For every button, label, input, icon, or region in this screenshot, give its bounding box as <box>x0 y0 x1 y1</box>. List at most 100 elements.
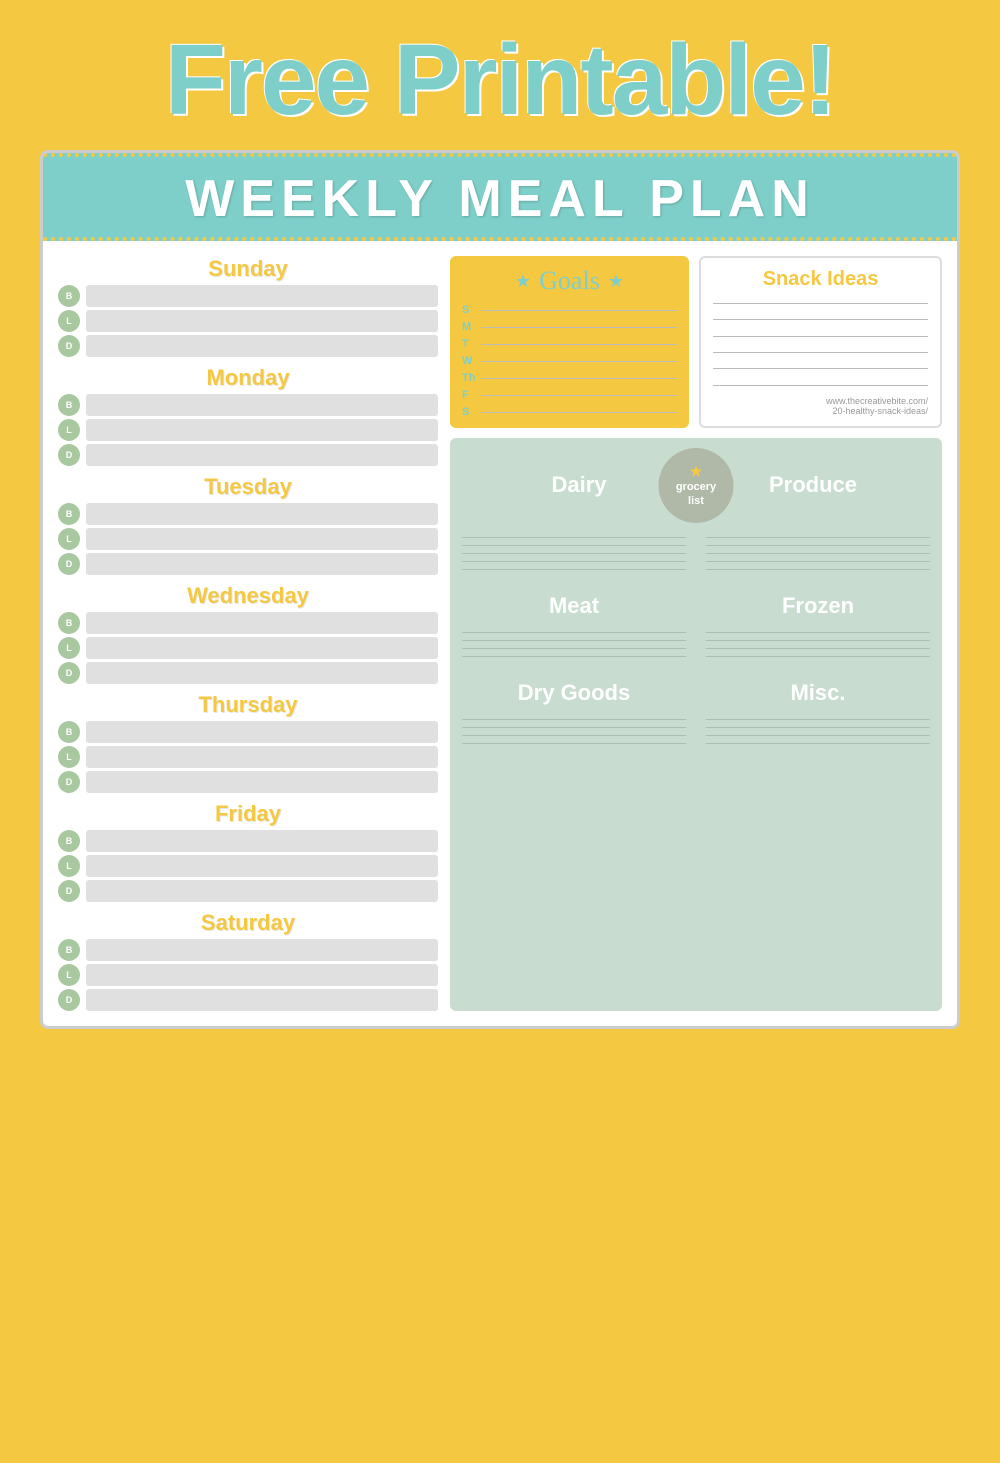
sat-l-line[interactable] <box>86 964 438 986</box>
goals-day-f: F <box>462 389 476 401</box>
day-monday-title: Monday <box>58 365 438 391</box>
day-sunday: Sunday B L D <box>58 256 438 357</box>
goal-line-s2[interactable] <box>481 412 677 413</box>
snack-line-5[interactable] <box>713 368 928 369</box>
day-friday: Friday B L D <box>58 801 438 902</box>
d-line[interactable] <box>86 444 438 466</box>
goal-line-f[interactable] <box>481 395 677 396</box>
produce-line-2[interactable] <box>706 545 930 546</box>
frozen-line-3[interactable] <box>706 648 930 649</box>
sat-b-badge: B <box>58 939 80 961</box>
day-tuesday-title: Tuesday <box>58 474 438 500</box>
produce-line-3[interactable] <box>706 553 930 554</box>
tue-b-row: B <box>58 503 438 525</box>
snack-line-4[interactable] <box>713 352 928 353</box>
goals-box: ★ Goals ★ S M <box>450 256 689 428</box>
thu-d-line[interactable] <box>86 771 438 793</box>
sat-l-row: L <box>58 964 438 986</box>
dairy-produce-grid <box>462 530 930 577</box>
snack-line-1[interactable] <box>713 303 928 304</box>
thu-b-line[interactable] <box>86 721 438 743</box>
wed-l-line[interactable] <box>86 637 438 659</box>
sat-b-line[interactable] <box>86 939 438 961</box>
snack-url: www.thecreativebite.com/ 20-healthy-snac… <box>713 396 928 416</box>
drygoods-line-4[interactable] <box>462 743 686 744</box>
drygoods-misc-grid <box>462 712 930 751</box>
misc-line-4[interactable] <box>706 743 930 744</box>
dinner-line[interactable] <box>86 335 438 357</box>
meat-line-3[interactable] <box>462 648 686 649</box>
wed-b-line[interactable] <box>86 612 438 634</box>
day-monday: Monday B L D <box>58 365 438 466</box>
goal-line-w[interactable] <box>481 361 677 362</box>
goals-list: S M T W <box>462 304 677 418</box>
meal-row-l: L <box>58 419 438 441</box>
star-left-icon: ★ <box>515 271 531 292</box>
produce-line-4[interactable] <box>706 561 930 562</box>
days-column: Sunday B L D <box>58 256 438 1011</box>
dairy-line-1[interactable] <box>462 537 686 538</box>
snack-line-3[interactable] <box>713 336 928 337</box>
drygoods-line-1[interactable] <box>462 719 686 720</box>
day-saturday-meals: B L D <box>58 939 438 1011</box>
fri-l-line[interactable] <box>86 855 438 877</box>
meat-frozen-header: Meat Frozen <box>462 593 930 619</box>
goal-line-th[interactable] <box>481 378 677 379</box>
breakfast-line[interactable] <box>86 285 438 307</box>
tue-d-line[interactable] <box>86 553 438 575</box>
produce-line-1[interactable] <box>706 537 930 538</box>
meat-frozen-grid <box>462 625 930 664</box>
frozen-line-1[interactable] <box>706 632 930 633</box>
drygoods-line-3[interactable] <box>462 735 686 736</box>
meat-line-4[interactable] <box>462 656 686 657</box>
goals-title: ★ Goals ★ <box>462 266 677 296</box>
snack-line-2[interactable] <box>713 319 928 320</box>
day-wednesday-title: Wednesday <box>58 583 438 609</box>
goals-day-w: W <box>462 355 476 367</box>
d-badge: D <box>58 444 80 466</box>
frozen-line-4[interactable] <box>706 656 930 657</box>
produce-line-5[interactable] <box>706 569 930 570</box>
misc-line-2[interactable] <box>706 727 930 728</box>
thu-l-row: L <box>58 746 438 768</box>
fri-l-row: L <box>58 855 438 877</box>
dairy-line-2[interactable] <box>462 545 686 546</box>
misc-line-1[interactable] <box>706 719 930 720</box>
thu-l-line[interactable] <box>86 746 438 768</box>
goal-line-s1[interactable] <box>481 310 677 311</box>
grocery-badge: ★ grocerylist <box>659 448 734 523</box>
goal-row-m: M <box>462 321 677 333</box>
day-wednesday-meals: B L D <box>58 612 438 684</box>
snack-line-6[interactable] <box>713 385 928 386</box>
grocery-badge-text: grocerylist <box>676 480 716 509</box>
meat-line-1[interactable] <box>462 632 686 633</box>
grocery-star-icon: ★ <box>690 462 703 480</box>
goal-line-m[interactable] <box>481 327 677 328</box>
wed-d-line[interactable] <box>86 662 438 684</box>
tue-b-line[interactable] <box>86 503 438 525</box>
lunch-line[interactable] <box>86 310 438 332</box>
goals-day-s2: S <box>462 406 476 418</box>
l-line[interactable] <box>86 419 438 441</box>
fri-d-line[interactable] <box>86 880 438 902</box>
sat-d-badge: D <box>58 989 80 1011</box>
dairy-line-3[interactable] <box>462 553 686 554</box>
meat-line-2[interactable] <box>462 640 686 641</box>
goal-row-w: W <box>462 355 677 367</box>
fri-b-line[interactable] <box>86 830 438 852</box>
misc-line-3[interactable] <box>706 735 930 736</box>
snack-lines-area <box>713 299 928 390</box>
sat-d-line[interactable] <box>86 989 438 1011</box>
day-thursday: Thursday B L D <box>58 692 438 793</box>
tue-l-line[interactable] <box>86 528 438 550</box>
b-line[interactable] <box>86 394 438 416</box>
drygoods-line-2[interactable] <box>462 727 686 728</box>
lunch-badge: L <box>58 310 80 332</box>
goal-line-t[interactable] <box>481 344 677 345</box>
dairy-line-4[interactable] <box>462 561 686 562</box>
dairy-line-5[interactable] <box>462 569 686 570</box>
dairy-label-top: Dairy <box>485 472 672 498</box>
breakfast-badge: B <box>58 285 80 307</box>
frozen-line-2[interactable] <box>706 640 930 641</box>
wed-b-badge: B <box>58 612 80 634</box>
